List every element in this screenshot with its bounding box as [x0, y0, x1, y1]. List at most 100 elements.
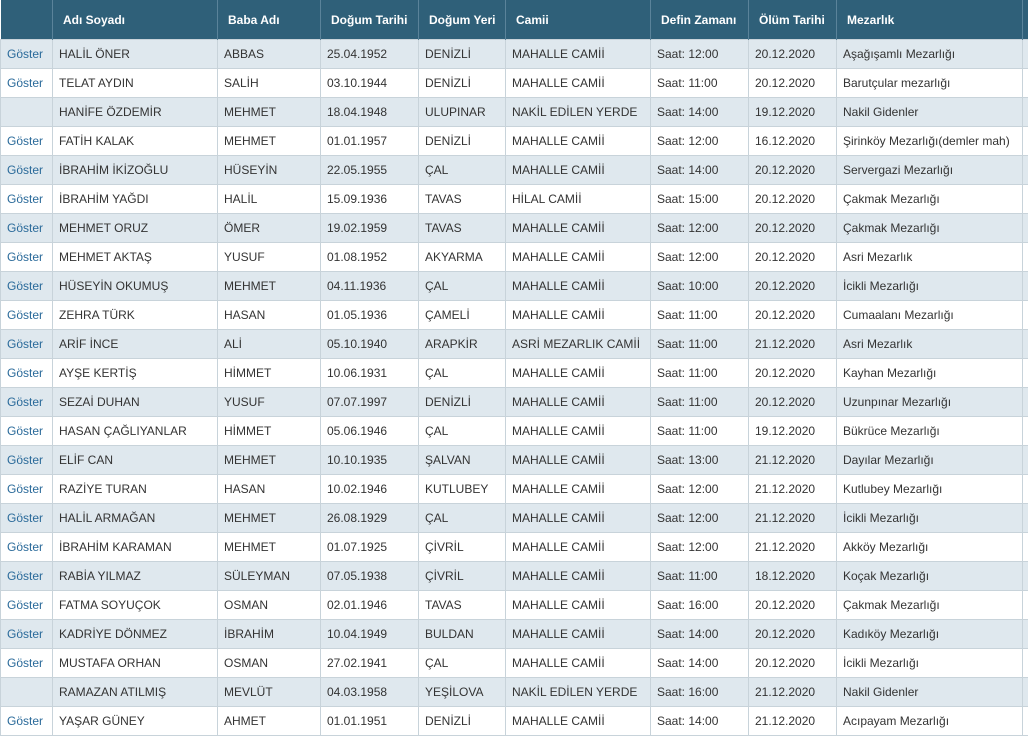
name-cell: HASAN ÇAĞLIYANLAR	[52, 416, 218, 446]
table-row: Göster HASAN ÇAĞLIYANLAR HİMMET 05.06.1946 Ç…	[0, 416, 1028, 446]
show-link[interactable]: Göster	[0, 445, 53, 475]
show-link[interactable]: Göster	[0, 184, 53, 214]
name-cell: FATİH KALAK	[52, 126, 218, 156]
extra-cell	[1022, 358, 1028, 388]
show-link[interactable]: Göster	[0, 358, 53, 388]
table-row: Göster İBRAHİM İKİZOĞLU HÜSEYİN 22.05.1955 Ç…	[0, 155, 1028, 185]
extra-cell	[1022, 68, 1028, 98]
cemetery-cell: Aşağışamlı Mezarlığı	[836, 39, 1023, 69]
birth-place-cell: DENİZLİ	[418, 387, 506, 417]
header-birth-date[interactable]: Doğum Tarihi	[320, 0, 419, 40]
show-link[interactable]: Göster	[0, 387, 53, 417]
show-link[interactable]: Göster	[0, 561, 53, 591]
name-cell: RAMAZAN ATILMIŞ	[52, 677, 218, 707]
header-father[interactable]: Baba Adı	[217, 0, 321, 40]
show-link[interactable]: Göster	[0, 619, 53, 649]
birth-place-cell: TAVAS	[418, 590, 506, 620]
birth-date-cell: 01.01.1957	[320, 126, 419, 156]
birth-date-cell: 04.03.1958	[320, 677, 419, 707]
show-link[interactable]: Göster	[0, 648, 53, 678]
header-show	[0, 0, 53, 40]
show-link[interactable]: Göster	[0, 68, 53, 98]
header-extra	[1022, 0, 1028, 40]
header-death-date[interactable]: Ölüm Tarihi	[748, 0, 837, 40]
header-cemetery[interactable]: Mezarlık	[836, 0, 1023, 40]
birth-place-cell: ÇAMELİ	[418, 300, 506, 330]
header-birth-place[interactable]: Doğum Yeri	[418, 0, 506, 40]
death-date-cell: 19.12.2020	[748, 97, 837, 127]
table-row: Göster HÜSEYİN OKUMUŞ MEHMET 04.11.1936 ÇAL M…	[0, 271, 1028, 301]
show-link[interactable]: Göster	[0, 242, 53, 272]
show-link[interactable]: Göster	[0, 416, 53, 446]
burial-time-cell: Saat: 14:00	[650, 648, 749, 678]
birth-place-cell: ARAPKİR	[418, 329, 506, 359]
mosque-cell: MAHALLE CAMİİ	[505, 561, 651, 591]
birth-place-cell: DENİZLİ	[418, 39, 506, 69]
mosque-cell: MAHALLE CAMİİ	[505, 532, 651, 562]
table-row: Göster YAŞAR GÜNEY AHMET 01.01.1951 DENİZLİ M…	[0, 706, 1028, 736]
burial-time-cell: Saat: 11:00	[650, 329, 749, 359]
birth-date-cell: 01.01.1951	[320, 706, 419, 736]
birth-date-cell: 10.10.1935	[320, 445, 419, 475]
table-row: Göster ELİF CAN MEHMET 10.10.1935 ŞALVAN MAHA…	[0, 445, 1028, 475]
cemetery-cell: Şirinköy Mezarlığı(demler mah)	[836, 126, 1023, 156]
show-link[interactable]: Göster	[0, 213, 53, 243]
birth-place-cell: ŞALVAN	[418, 445, 506, 475]
birth-date-cell: 07.07.1997	[320, 387, 419, 417]
header-mosque[interactable]: Camii	[505, 0, 651, 40]
birth-place-cell: ÇİVRİL	[418, 561, 506, 591]
cemetery-cell: Servergazi Mezarlığı	[836, 155, 1023, 185]
burial-time-cell: Saat: 14:00	[650, 706, 749, 736]
show-link[interactable]: Göster	[0, 155, 53, 185]
birth-date-cell: 26.08.1929	[320, 503, 419, 533]
death-date-cell: 21.12.2020	[748, 445, 837, 475]
table-row: Göster RAZİYE TURAN HASAN 10.02.1946 KUTLUBE…	[0, 474, 1028, 504]
show-link[interactable]: Göster	[0, 590, 53, 620]
table-row: Göster SEZAİ DUHAN YUSUF 07.07.1997 DENİZLİ M…	[0, 387, 1028, 417]
birth-date-cell: 25.04.1952	[320, 39, 419, 69]
death-date-cell: 20.12.2020	[748, 39, 837, 69]
birth-place-cell: ÇAL	[418, 358, 506, 388]
father-cell: OSMAN	[217, 590, 321, 620]
header-burial-time[interactable]: Defin Zamanı	[650, 0, 749, 40]
extra-cell	[1022, 271, 1028, 301]
birth-place-cell: ÇİVRİL	[418, 532, 506, 562]
mosque-cell: MAHALLE CAMİİ	[505, 648, 651, 678]
mosque-cell: MAHALLE CAMİİ	[505, 126, 651, 156]
show-link[interactable]: Göster	[0, 532, 53, 562]
birth-place-cell: TAVAS	[418, 184, 506, 214]
extra-cell	[1022, 184, 1028, 214]
birth-date-cell: 01.05.1936	[320, 300, 419, 330]
name-cell: HÜSEYİN OKUMUŞ	[52, 271, 218, 301]
show-link	[0, 677, 53, 707]
father-cell: HALİL	[217, 184, 321, 214]
show-link[interactable]: Göster	[0, 503, 53, 533]
name-cell: HALİL ARMAĞAN	[52, 503, 218, 533]
cemetery-cell: Çakmak Mezarlığı	[836, 590, 1023, 620]
burial-time-cell: Saat: 12:00	[650, 503, 749, 533]
show-link[interactable]: Göster	[0, 329, 53, 359]
show-link[interactable]: Göster	[0, 39, 53, 69]
name-cell: RAZİYE TURAN	[52, 474, 218, 504]
name-cell: KADRİYE DÖNMEZ	[52, 619, 218, 649]
show-link[interactable]: Göster	[0, 474, 53, 504]
mosque-cell: HİLAL CAMİİ	[505, 184, 651, 214]
burial-time-cell: Saat: 12:00	[650, 474, 749, 504]
cemetery-cell: Akköy Mezarlığı	[836, 532, 1023, 562]
show-link[interactable]: Göster	[0, 300, 53, 330]
table-row: Göster HALİL ÖNER ABBAS 25.04.1952 DENİZLİ MA…	[0, 39, 1028, 69]
extra-cell	[1022, 648, 1028, 678]
father-cell: HİMMET	[217, 358, 321, 388]
extra-cell	[1022, 213, 1028, 243]
name-cell: İBRAHİM İKİZOĞLU	[52, 155, 218, 185]
show-link[interactable]: Göster	[0, 126, 53, 156]
father-cell: MEHMET	[217, 445, 321, 475]
cemetery-cell: İcikli Mezarlığı	[836, 648, 1023, 678]
death-date-cell: 20.12.2020	[748, 300, 837, 330]
show-link[interactable]: Göster	[0, 271, 53, 301]
header-name[interactable]: Adı Soyadı	[52, 0, 218, 40]
show-link[interactable]: Göster	[0, 706, 53, 736]
birth-place-cell: BULDAN	[418, 619, 506, 649]
birth-date-cell: 10.02.1946	[320, 474, 419, 504]
name-cell: TELAT AYDIN	[52, 68, 218, 98]
